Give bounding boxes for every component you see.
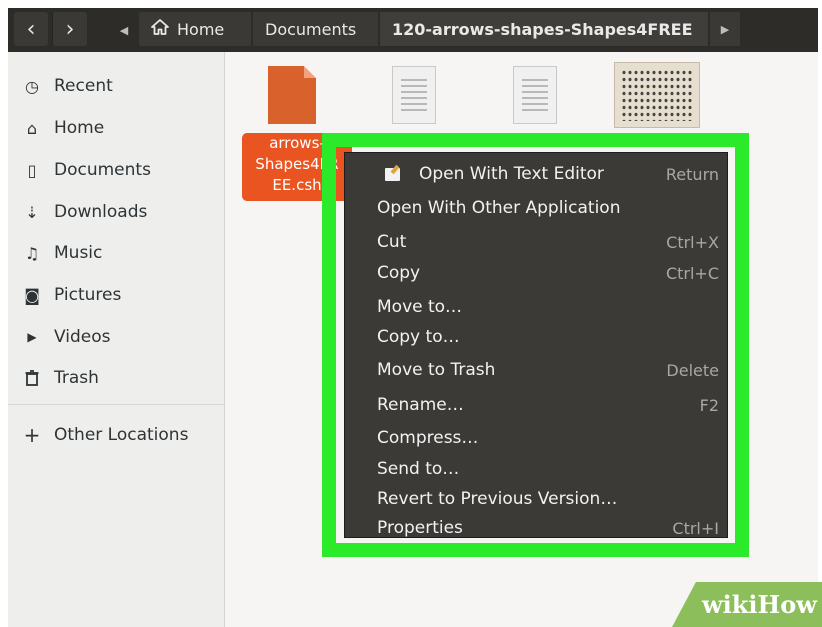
watermark-how: How	[757, 590, 817, 619]
menu-item-open-with-text-editor[interactable]: Open With Text Editor Return	[419, 160, 725, 188]
menu-item-label: Cut	[377, 232, 407, 252]
sidebar-item-recent[interactable]: ◷ Recent	[8, 68, 224, 104]
menu-item-accel: Return	[665, 164, 719, 184]
menu-item-accel: Ctrl+C	[665, 263, 719, 283]
text-file-icon[interactable]	[392, 66, 436, 124]
camera-icon: ◙	[24, 285, 40, 305]
context-menu: Open With Text Editor Return Open With O…	[344, 152, 728, 538]
menu-item-move-to[interactable]: Move to…	[377, 293, 725, 321]
sidebar-item-pictures[interactable]: ◙ Pictures	[8, 277, 224, 313]
breadcrumb-scroll-left-button[interactable]: ◀	[114, 16, 134, 44]
watermark-wiki: wiki	[702, 590, 758, 619]
sidebar-item-downloads[interactable]: ⇣ Downloads	[8, 194, 224, 230]
menu-item-open-with-other-application[interactable]: Open With Other Application	[377, 194, 725, 222]
home-icon: ⌂	[26, 118, 38, 138]
menu-item-label: Rename…	[377, 395, 464, 415]
menu-item-label: Open With Other Application	[377, 198, 621, 218]
sidebar-item-other-locations[interactable]: + Other Locations	[8, 417, 224, 453]
sidebar-item-documents[interactable]: ▯ Documents	[8, 152, 224, 188]
breadcrumb-scroll-right-button[interactable]: ▶	[710, 12, 740, 46]
menu-item-accel: F2	[699, 395, 719, 415]
sidebar-item-label: Recent	[54, 76, 113, 96]
back-button[interactable]: ‹	[14, 12, 48, 46]
menu-item-compress[interactable]: Compress…	[377, 424, 725, 452]
sidebar-item-trash[interactable]: Trash	[8, 360, 224, 396]
sidebar-item-label: Videos	[54, 327, 111, 347]
sidebar-item-label: Pictures	[54, 285, 122, 305]
breadcrumb-home[interactable]: Home	[139, 12, 251, 46]
menu-item-move-to-trash[interactable]: Move to Trash Delete	[377, 356, 725, 384]
sidebar-divider	[8, 404, 224, 405]
menu-item-rename[interactable]: Rename… F2	[377, 391, 725, 419]
file-manager-window: ‹ › ◀ Home Documents 120-arrows-shapes-S…	[8, 8, 818, 627]
triangle-right-icon: ▶	[720, 22, 730, 36]
forward-button[interactable]: ›	[52, 12, 87, 46]
home-icon	[151, 19, 169, 39]
menu-item-send-to[interactable]: Send to…	[377, 455, 725, 483]
sidebar-item-label: Home	[54, 118, 105, 138]
text-file-icon[interactable]	[513, 66, 557, 124]
text-editor-icon	[385, 168, 400, 181]
video-icon: ▶	[27, 330, 37, 344]
breadcrumb-documents[interactable]: Documents	[253, 12, 378, 46]
menu-item-label: Copy	[377, 263, 421, 283]
menu-item-label: Revert to Previous Version…	[377, 489, 618, 509]
places-sidebar: ◷ Recent ⌂ Home ▯ Documents ⇣ Downloads …	[8, 52, 225, 627]
menu-item-label: Move to Trash	[377, 360, 496, 380]
clock-icon: ◷	[25, 76, 39, 96]
menu-item-accel: Ctrl+I	[672, 518, 719, 538]
sidebar-item-music[interactable]: ♫ Music	[8, 235, 224, 271]
menu-item-copy[interactable]: Copy Ctrl+C	[377, 259, 725, 287]
document-icon: ▯	[27, 160, 37, 180]
shell-script-file-icon[interactable]	[268, 66, 316, 124]
chevron-right-icon: ›	[65, 16, 75, 42]
sidebar-item-videos[interactable]: ▶ Videos	[8, 319, 224, 355]
sidebar-item-home[interactable]: ⌂ Home	[8, 110, 224, 146]
menu-item-cut[interactable]: Cut Ctrl+X	[377, 228, 725, 256]
sidebar-item-label: Trash	[54, 368, 99, 388]
menu-item-label: Compress…	[377, 428, 479, 448]
plus-icon: +	[23, 423, 41, 447]
wikihow-watermark: wikiHow	[702, 590, 817, 619]
menu-item-accel: Delete	[666, 360, 719, 380]
breadcrumb-home-label: Home	[177, 19, 225, 39]
breadcrumb-current-label: 120-arrows-shapes-Shapes4FREE	[392, 19, 693, 39]
menu-item-label: Copy to…	[377, 327, 460, 347]
triangle-left-icon: ◀	[119, 23, 129, 37]
download-icon: ⇣	[25, 202, 39, 222]
menu-item-label: Properties	[377, 518, 463, 538]
trash-icon	[22, 370, 42, 386]
menu-item-properties[interactable]: Properties Ctrl+I	[377, 518, 725, 538]
image-thumbnail-icon[interactable]	[614, 62, 700, 128]
sidebar-item-label: Downloads	[54, 202, 148, 222]
sidebar-item-label: Other Locations	[54, 425, 189, 445]
chevron-left-icon: ‹	[26, 16, 36, 42]
menu-item-label: Send to…	[377, 459, 460, 479]
menu-item-label: Open With Text Editor	[419, 164, 604, 184]
sidebar-item-label: Documents	[54, 160, 151, 180]
breadcrumb-current-folder[interactable]: 120-arrows-shapes-Shapes4FREE	[380, 12, 708, 46]
breadcrumb-documents-label: Documents	[265, 19, 357, 39]
sidebar-item-label: Music	[54, 243, 103, 263]
menu-item-copy-to[interactable]: Copy to…	[377, 323, 725, 351]
music-icon: ♫	[24, 243, 40, 263]
menu-item-label: Move to…	[377, 297, 463, 317]
menu-item-revert-to-previous-version[interactable]: Revert to Previous Version…	[377, 485, 725, 513]
menu-item-accel: Ctrl+X	[666, 232, 719, 252]
header-bar: ‹ › ◀ Home Documents 120-arrows-shapes-S…	[8, 8, 818, 52]
